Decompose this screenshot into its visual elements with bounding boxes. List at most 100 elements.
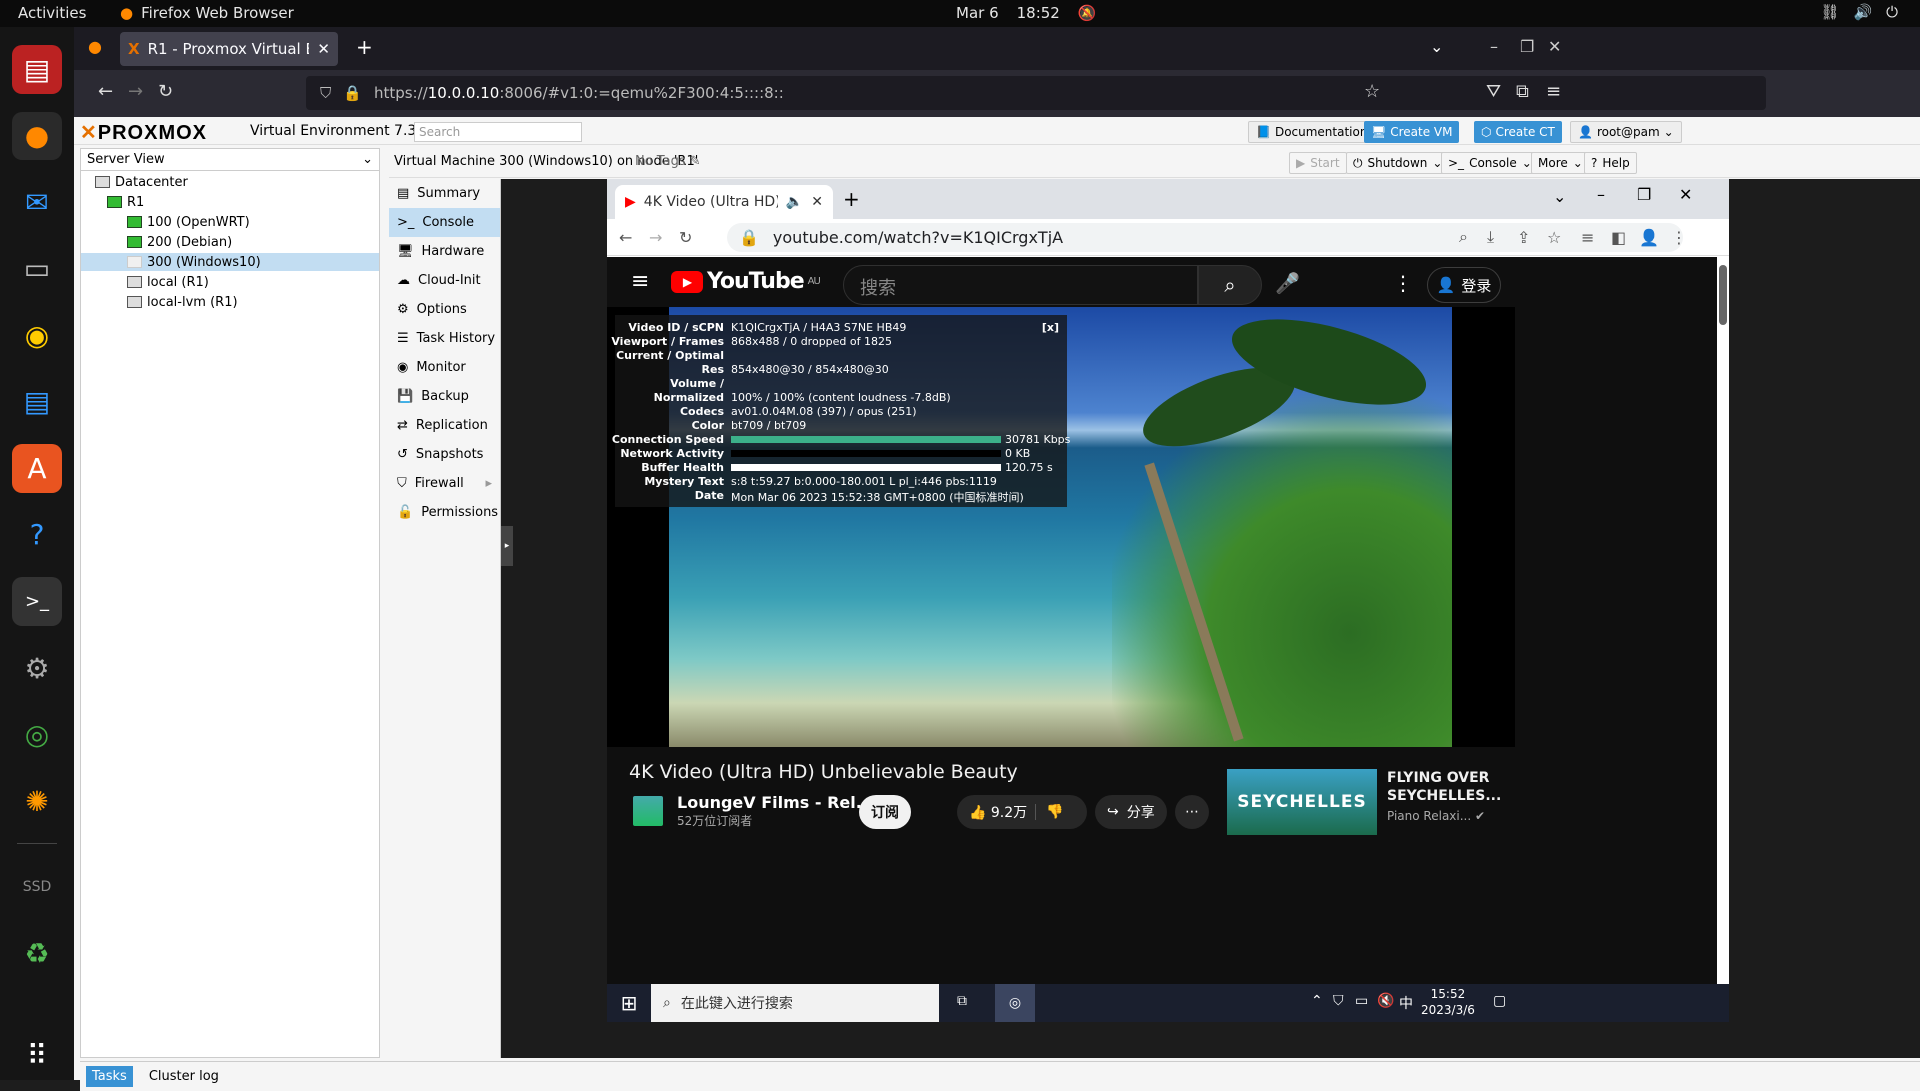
login-button[interactable]: 👤 登录	[1427, 267, 1501, 303]
software-icon[interactable]: A	[12, 444, 62, 493]
subscribe-button[interactable]: 订阅	[859, 795, 911, 829]
menu-icon[interactable]: ≡	[1546, 81, 1561, 102]
documentation-button[interactable]: 📘 Documentation	[1248, 121, 1376, 143]
task-view-icon[interactable]: ⧉	[957, 993, 967, 1009]
extensions-icon[interactable]: ⧉	[1516, 81, 1529, 102]
forward-icon[interactable]: →	[649, 228, 662, 247]
proxmox-search-input[interactable]: Search	[414, 122, 582, 142]
tree-item-storage-local-lvm[interactable]: local-lvm (R1)	[81, 293, 379, 311]
app-menu[interactable]: ● Firefox Web Browser	[120, 4, 294, 22]
windows-search-input[interactable]: ⌕ 在此键入进行搜索	[651, 984, 939, 1022]
menu-item-options[interactable]: ⚙ Options	[389, 295, 500, 324]
menu-item-backup[interactable]: 💾 Backup	[389, 382, 500, 411]
bookmark-star-icon[interactable]: ☆	[1364, 81, 1380, 102]
tags-edit[interactable]: No Tags ✎	[635, 154, 701, 169]
windows-clock[interactable]: 15:52 2023/3/6	[1421, 986, 1475, 1018]
trash-icon[interactable]: ♻	[12, 929, 62, 978]
bookmark-star-icon[interactable]: ☆	[1547, 228, 1561, 247]
reload-icon[interactable]: ↻	[679, 228, 692, 247]
recommended-title[interactable]: FLYING OVER SEYCHELLES...	[1387, 769, 1507, 805]
more-button[interactable]: More ⌄	[1531, 152, 1590, 174]
more-actions-button[interactable]: ⋯	[1175, 795, 1209, 829]
chrome-url-bar[interactable]: 🔒 youtube.com/watch?v=K1QICrgxTjA	[727, 223, 1683, 252]
close-tab-icon[interactable]: ✕	[317, 40, 330, 58]
console-button[interactable]: >_ Console ⌄	[1441, 152, 1539, 174]
back-icon[interactable]: ←	[98, 81, 113, 102]
media-icon[interactable]: ≡	[1581, 228, 1594, 247]
restore-icon[interactable]: ❐	[1520, 37, 1534, 56]
profile-icon[interactable]: 👤	[1639, 228, 1659, 247]
channel-avatar[interactable]	[633, 796, 663, 826]
rhythmbox-icon[interactable]: ◉	[12, 311, 62, 360]
share-icon[interactable]: ⇪	[1517, 228, 1530, 247]
tree-item-vm-300[interactable]: 300 (Windows10)	[81, 253, 379, 271]
new-tab-button[interactable]: +	[356, 35, 373, 59]
menu-item-replication[interactable]: ⇄ Replication	[389, 411, 500, 440]
menu-item-firewall[interactable]: ⛉ Firewall ▸	[389, 469, 500, 498]
menu-item-task-history[interactable]: ☰ Task History	[389, 324, 500, 353]
shutdown-button[interactable]: ⏻ Shutdown ⌄	[1346, 152, 1450, 174]
activities-button[interactable]: Activities	[18, 4, 86, 22]
reload-icon[interactable]: ↻	[158, 81, 173, 102]
menu-item-cloud-init[interactable]: ☁ Cloud-Init	[389, 266, 500, 295]
menu-item-permissions[interactable]: 🔓 Permissions	[389, 498, 500, 527]
vertical-scrollbar[interactable]	[1719, 265, 1727, 325]
help-icon[interactable]: ?	[12, 511, 62, 560]
tree-item-node[interactable]: R1	[81, 193, 379, 211]
back-icon[interactable]: ←	[619, 228, 632, 247]
mic-icon[interactable]: 🎤	[1275, 271, 1300, 295]
firefox-icon[interactable]: ●	[12, 111, 62, 161]
channel-info[interactable]: LoungeV Films - Rel... ✔ 52万位订阅者	[633, 793, 890, 829]
channel-name[interactable]: LoungeV Films - Rel... ✔	[677, 793, 890, 812]
minimize-icon[interactable]: –	[1490, 37, 1498, 56]
settings-icon[interactable]: ⚙	[12, 644, 62, 693]
new-tab-button[interactable]: +	[843, 187, 860, 211]
start-button[interactable]: ▶ Start	[1289, 152, 1347, 174]
firefox-tab[interactable]: X R1 - Proxmox Virtual Envi ✕	[120, 32, 338, 66]
chrome-icon[interactable]: ◎	[12, 710, 62, 759]
menu-item-monitor[interactable]: ◉ Monitor	[389, 353, 500, 382]
tray-chevron-icon[interactable]: ⌃	[1311, 993, 1323, 1009]
tree-item-vm-100[interactable]: 100 (OpenWRT)	[81, 213, 379, 231]
menu-item-summary[interactable]: ▤ Summary	[389, 179, 500, 208]
monitor-app-icon[interactable]: ▤	[12, 45, 62, 94]
chrome-taskbar-icon[interactable]: ◎	[995, 984, 1035, 1022]
minimize-icon[interactable]: –	[1597, 185, 1605, 204]
youtube-search-input[interactable]: 搜索	[843, 265, 1198, 305]
zoom-icon[interactable]: ⌕	[1459, 227, 1468, 247]
menu-item-hardware[interactable]: 🖥 Hardware	[389, 237, 500, 266]
windows-start-button[interactable]: ⊞	[607, 984, 651, 1022]
side-panel-icon[interactable]: ◧	[1611, 228, 1626, 247]
writer-icon[interactable]: ▤	[12, 378, 62, 427]
ssd-drive-icon[interactable]: SSD	[12, 862, 62, 911]
tree-item-vm-200[interactable]: 200 (Debian)	[81, 233, 379, 251]
user-menu-button[interactable]: 👤 root@pam ⌄	[1570, 121, 1682, 143]
terminal-icon[interactable]: >_	[12, 577, 62, 626]
files-icon[interactable]: ▭	[12, 245, 62, 294]
create-vm-button[interactable]: 🖥 Create VM	[1364, 121, 1460, 143]
pocket-icon[interactable]: ⛛	[1486, 81, 1501, 102]
tree-item-storage-local[interactable]: local (R1)	[81, 273, 379, 291]
show-apps-icon[interactable]: ⠿	[12, 1031, 62, 1080]
more-vert-icon[interactable]: ⋮	[1393, 271, 1413, 295]
search-button[interactable]: ⌕	[1198, 265, 1262, 305]
chrome-menu-icon[interactable]: ⋮	[1671, 228, 1687, 247]
tab-search-icon[interactable]: ⌄	[1553, 187, 1566, 206]
vm-console[interactable]: ▸ ▶ 4K Video (Ultra HD) Unbel 🔈 ✕ + ⌄ – …	[501, 179, 1920, 1058]
share-button[interactable]: ↪ 分享	[1095, 795, 1167, 829]
close-tab-icon[interactable]: ✕	[811, 194, 823, 210]
youtube-logo[interactable]: ▶ YouTube AU	[671, 269, 821, 294]
system-tray[interactable]: ⛓ 🔊 ⏻	[1820, 3, 1898, 21]
console-sidebar-toggle[interactable]: ▸	[501, 526, 513, 566]
tree-item-datacenter[interactable]: Datacenter	[81, 173, 379, 191]
thunderbird-icon[interactable]: ✉	[12, 178, 62, 227]
close-window-icon[interactable]: ✕	[1679, 185, 1692, 204]
list-tabs-icon[interactable]: ⌄	[1430, 37, 1443, 56]
notification-icon[interactable]: ▢	[1493, 993, 1506, 1009]
forward-icon[interactable]: →	[128, 81, 143, 102]
menu-item-snapshots[interactable]: ↺ Snapshots	[389, 440, 500, 469]
dislike-button[interactable]: 👎	[1035, 804, 1064, 820]
tasks-tab[interactable]: Tasks	[86, 1066, 133, 1087]
create-ct-button[interactable]: ⬡ Create CT	[1474, 121, 1562, 143]
chrome-tab[interactable]: ▶ 4K Video (Ultra HD) Unbel 🔈 ✕	[615, 185, 833, 219]
